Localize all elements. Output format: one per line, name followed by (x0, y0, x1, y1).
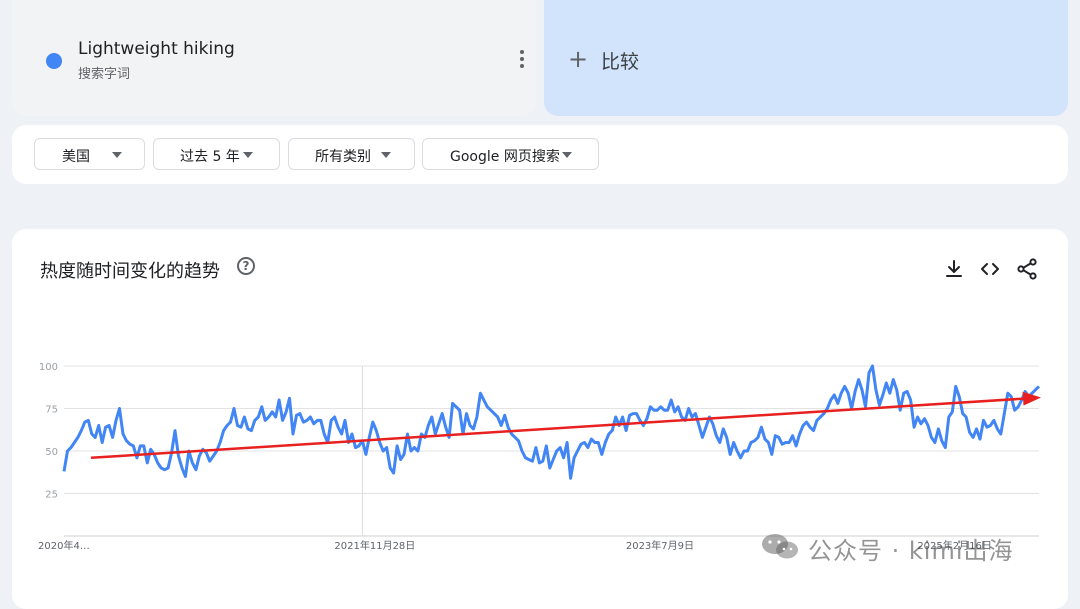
region-label: 美国 (62, 149, 90, 165)
more-vert-icon[interactable] (510, 44, 534, 74)
caret-down-icon (562, 152, 572, 158)
y-tick-label: 25 (45, 490, 58, 501)
y-tick-label: 75 (45, 405, 58, 416)
y-axis-labels: 25 50 75 100 (39, 362, 58, 501)
region-dropdown[interactable]: 美国 (34, 138, 145, 170)
interest-over-time-card: 热度随时间变化的趋势 ? 25 50 75 100 2020年4… 2021年11月28… (12, 229, 1068, 609)
caret-down-icon (381, 152, 391, 158)
caret-down-icon (112, 152, 122, 158)
compare-label: 比较 (601, 51, 640, 73)
series-color-dot (46, 53, 62, 69)
time-range-label: 过去 5 年 (180, 149, 240, 165)
x-tick-label: 2020年4… (38, 539, 90, 552)
compare-button[interactable]: + 比较 (544, 0, 1068, 116)
plus-icon: + (568, 45, 589, 73)
x-tick-label: 2021年11月28日 (334, 539, 415, 552)
search-term-type: 搜索字词 (78, 67, 131, 82)
search-term-name[interactable]: Lightweight hiking (78, 39, 235, 59)
x-tick-label: 2023年7月9日 (626, 539, 694, 552)
wechat-icon (762, 534, 798, 559)
y-tick-label: 100 (39, 362, 58, 373)
y-tick-label: 50 (45, 447, 58, 458)
search-type-dropdown[interactable]: Google 网页搜索 (422, 138, 599, 170)
caret-down-icon (243, 152, 253, 158)
category-label: 所有类别 (315, 149, 371, 165)
watermark-text: 公众号 · kimi出海 (808, 537, 1014, 565)
search-term-card[interactable]: Lightweight hiking 搜索字词 (12, 0, 536, 116)
category-dropdown[interactable]: 所有类别 (288, 138, 415, 170)
time-range-dropdown[interactable]: 过去 5 年 (153, 138, 280, 170)
filter-bar: 美国 过去 5 年 所有类别 Google 网页搜索 (12, 125, 1068, 184)
watermark: 公众号 · kimi出海 (760, 529, 1060, 565)
search-type-label: Google 网页搜索 (450, 149, 560, 165)
section-gap (0, 205, 1080, 229)
